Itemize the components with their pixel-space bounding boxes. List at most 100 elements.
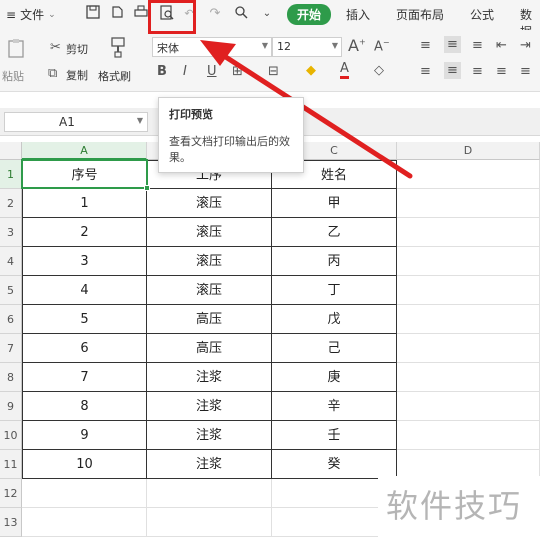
cell[interactable]: 10 bbox=[22, 450, 147, 479]
row-header[interactable]: 9 bbox=[0, 392, 22, 421]
redo-icon[interactable]: ↷ bbox=[206, 5, 224, 23]
cell[interactable]: 滚压 bbox=[147, 276, 272, 305]
tab-page-layout[interactable]: 页面布局 bbox=[396, 6, 444, 23]
cell[interactable]: 戊 bbox=[272, 305, 397, 334]
select-all-corner[interactable] bbox=[0, 142, 22, 160]
indent-decrease-icon[interactable]: ⇤ bbox=[496, 38, 507, 53]
cell[interactable] bbox=[397, 247, 540, 276]
fill-handle[interactable] bbox=[144, 185, 150, 191]
search-icon[interactable] bbox=[232, 5, 250, 23]
cell[interactable]: 9 bbox=[22, 421, 147, 450]
border-icon[interactable]: ⊞ bbox=[232, 64, 243, 79]
row-header[interactable]: 1 bbox=[0, 160, 22, 189]
distribute-icon[interactable]: ≡ bbox=[520, 64, 531, 79]
row-header[interactable]: 3 bbox=[0, 218, 22, 247]
export-icon[interactable] bbox=[108, 5, 126, 23]
eraser-icon[interactable]: ◇ bbox=[374, 63, 384, 78]
cell[interactable]: 1 bbox=[22, 189, 147, 218]
cut-button[interactable]: 剪切 bbox=[66, 41, 88, 57]
cell[interactable]: 高压 bbox=[147, 334, 272, 363]
italic-icon[interactable]: I bbox=[183, 64, 187, 79]
cell[interactable] bbox=[22, 508, 147, 537]
cell[interactable]: 注浆 bbox=[147, 363, 272, 392]
cell[interactable]: 滚压 bbox=[147, 218, 272, 247]
cell[interactable] bbox=[397, 218, 540, 247]
align-top-icon[interactable]: ≡ bbox=[420, 38, 431, 53]
cell[interactable]: 8 bbox=[22, 392, 147, 421]
cell[interactable]: 壬 bbox=[272, 421, 397, 450]
row-header[interactable]: 7 bbox=[0, 334, 22, 363]
cell[interactable]: 滚压 bbox=[147, 189, 272, 218]
row-header[interactable]: 11 bbox=[0, 450, 22, 479]
font-color-icon[interactable]: A bbox=[340, 62, 349, 79]
tab-formulas[interactable]: 公式 bbox=[470, 6, 494, 23]
cell[interactable]: 庚 bbox=[272, 363, 397, 392]
align-center-icon[interactable]: ≡ bbox=[444, 62, 461, 79]
cell[interactable] bbox=[397, 305, 540, 334]
cell[interactable] bbox=[147, 508, 272, 537]
cell[interactable]: 注浆 bbox=[147, 392, 272, 421]
paste-button[interactable]: 粘贴 bbox=[2, 68, 24, 84]
file-menu[interactable]: ≡ 文件 ⌄ bbox=[6, 6, 56, 23]
cell[interactable] bbox=[22, 479, 147, 508]
align-right-icon[interactable]: ≡ bbox=[472, 64, 483, 79]
row-header[interactable]: 5 bbox=[0, 276, 22, 305]
fill-color-icon[interactable]: ◆ bbox=[306, 63, 316, 78]
name-box[interactable]: A1 ▼ bbox=[4, 112, 148, 132]
column-header-a[interactable]: A bbox=[22, 142, 147, 160]
justify-icon[interactable]: ≡ bbox=[496, 64, 507, 79]
cell[interactable] bbox=[397, 363, 540, 392]
cell[interactable]: 癸 bbox=[272, 450, 397, 479]
cell[interactable]: 3 bbox=[22, 247, 147, 276]
row-header[interactable]: 13 bbox=[0, 508, 22, 537]
tab-insert[interactable]: 插入 bbox=[346, 6, 370, 23]
cell[interactable]: 注浆 bbox=[147, 421, 272, 450]
cell[interactable]: 高压 bbox=[147, 305, 272, 334]
cell[interactable] bbox=[397, 392, 540, 421]
cell[interactable] bbox=[397, 160, 540, 189]
font-size-select[interactable]: 12 ▼ bbox=[272, 37, 342, 57]
cell[interactable] bbox=[397, 450, 540, 479]
row-header[interactable]: 12 bbox=[0, 479, 22, 508]
cell[interactable]: 乙 bbox=[272, 218, 397, 247]
cell[interactable]: 辛 bbox=[272, 392, 397, 421]
column-header-d[interactable]: D bbox=[397, 142, 540, 160]
row-header[interactable]: 4 bbox=[0, 247, 22, 276]
indent-increase-icon[interactable]: ⇥ bbox=[520, 38, 531, 53]
cell[interactable]: 2 bbox=[22, 218, 147, 247]
row-header[interactable]: 6 bbox=[0, 305, 22, 334]
chevron-down-icon[interactable]: ⌄ bbox=[258, 5, 276, 23]
row-header[interactable]: 8 bbox=[0, 363, 22, 392]
align-left-icon[interactable]: ≡ bbox=[420, 64, 431, 79]
row-header[interactable]: 2 bbox=[0, 189, 22, 218]
cell[interactable]: 甲 bbox=[272, 189, 397, 218]
cell[interactable]: 5 bbox=[22, 305, 147, 334]
row-header[interactable]: 10 bbox=[0, 421, 22, 450]
merge-icon[interactable]: ⊟ bbox=[268, 64, 279, 79]
paste-icon[interactable] bbox=[6, 38, 26, 60]
font-name-select[interactable]: 宋体 ▼ bbox=[152, 37, 272, 57]
cell[interactable] bbox=[397, 421, 540, 450]
cell[interactable] bbox=[397, 334, 540, 363]
cell[interactable] bbox=[147, 479, 272, 508]
increase-font-icon[interactable]: A+ bbox=[348, 36, 366, 55]
cell[interactable] bbox=[397, 189, 540, 218]
cell[interactable]: 己 bbox=[272, 334, 397, 363]
format-painter-button[interactable]: 格式刷 bbox=[98, 68, 131, 84]
underline-icon[interactable]: U bbox=[207, 64, 217, 79]
cell[interactable]: 4 bbox=[22, 276, 147, 305]
cell[interactable] bbox=[397, 276, 540, 305]
save-icon[interactable] bbox=[84, 5, 102, 23]
cell[interactable]: 丁 bbox=[272, 276, 397, 305]
align-bottom-icon[interactable]: ≡ bbox=[472, 38, 483, 53]
cell[interactable]: 7 bbox=[22, 363, 147, 392]
bold-icon[interactable]: B bbox=[157, 64, 167, 79]
cell[interactable]: 注浆 bbox=[147, 450, 272, 479]
cell[interactable]: 丙 bbox=[272, 247, 397, 276]
tab-home[interactable]: 开始 bbox=[287, 4, 332, 25]
cell[interactable]: 滚压 bbox=[147, 247, 272, 276]
copy-button[interactable]: 复制 bbox=[66, 67, 88, 83]
align-middle-icon[interactable]: ≡ bbox=[444, 36, 461, 53]
decrease-font-icon[interactable]: A− bbox=[374, 38, 390, 54]
cell[interactable]: 6 bbox=[22, 334, 147, 363]
